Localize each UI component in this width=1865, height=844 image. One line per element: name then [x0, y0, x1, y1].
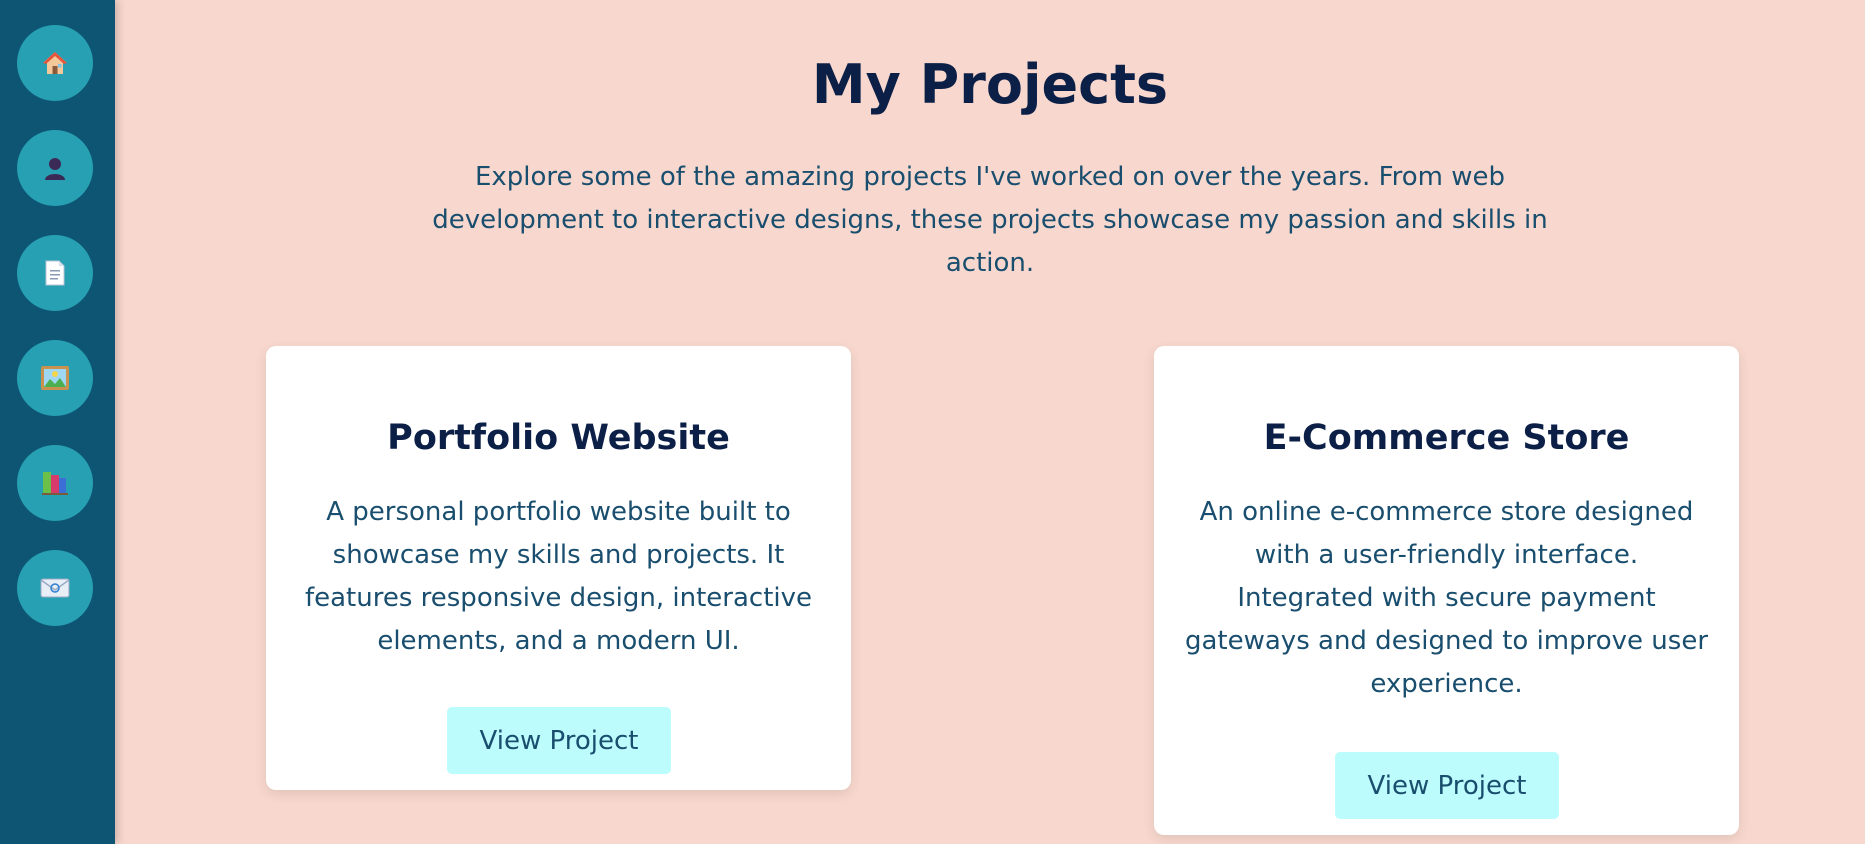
home-icon — [43, 52, 67, 74]
page-title: My Projects — [811, 53, 1169, 116]
mail-icon — [40, 578, 70, 598]
project-description: An online e-commerce store designed with… — [1184, 497, 1709, 699]
sidebar — [0, 0, 115, 844]
document-icon — [45, 260, 65, 286]
intro-text: Explore some of the amazing projects I'v… — [432, 162, 1548, 278]
nav-resume-button[interactable] — [17, 235, 93, 311]
books-icon — [42, 472, 68, 495]
nav-gallery-button[interactable] — [17, 340, 93, 416]
nav-projects-button[interactable] — [17, 445, 93, 521]
project-title: E-Commerce Store — [1263, 418, 1630, 458]
nav-contact-button[interactable] — [17, 550, 93, 626]
nav-home-button[interactable] — [17, 25, 93, 101]
view-project-button[interactable]: View Project — [1335, 752, 1559, 819]
project-description: A personal portfolio website built to sh… — [304, 497, 813, 656]
image-icon — [41, 366, 69, 390]
projects-section: My Projects Explore some of the amazing … — [115, 0, 1865, 844]
view-project-button[interactable]: View Project — [447, 707, 671, 774]
project-card: E-Commerce Store An online e-commerce st… — [1154, 346, 1739, 835]
user-icon — [45, 158, 65, 180]
project-card: Portfolio Website A personal portfolio w… — [266, 346, 851, 790]
nav-about-button[interactable] — [17, 130, 93, 206]
project-title: Portfolio Website — [387, 418, 730, 458]
